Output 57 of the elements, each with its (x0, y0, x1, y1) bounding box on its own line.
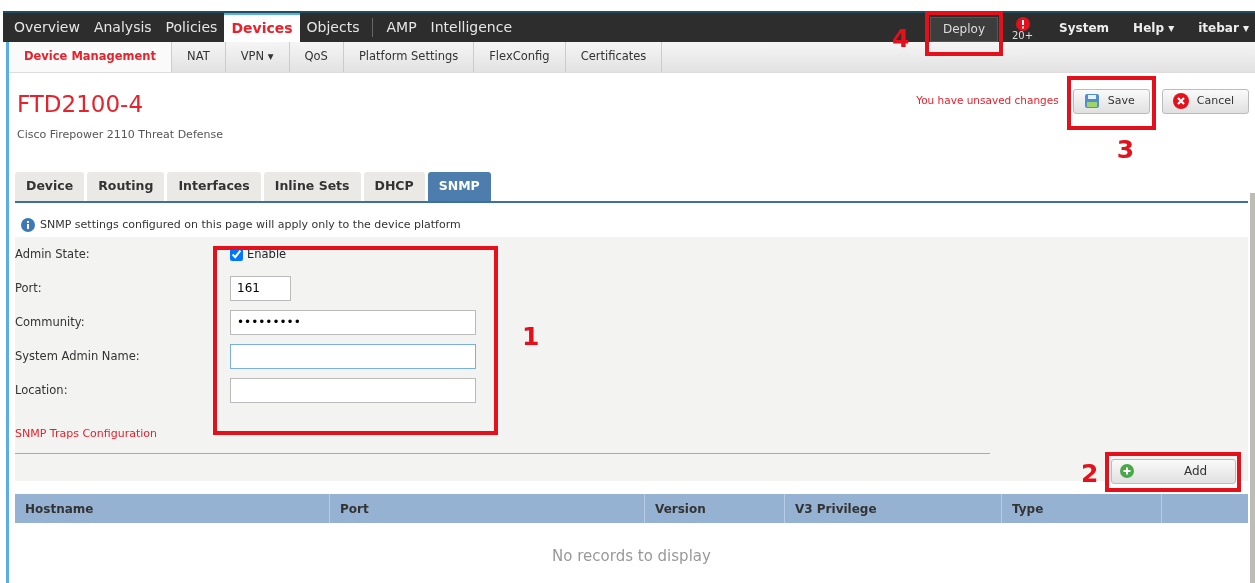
subnav-tab[interactable]: NAT (172, 42, 226, 72)
device-subtitle: Cisco Firepower 2110 Threat Defense (17, 126, 223, 143)
nav-tab[interactable]: Overview (7, 13, 87, 42)
save-button[interactable]: Save (1072, 89, 1150, 114)
deploy-button[interactable]: Deploy (929, 16, 998, 42)
annotation-number: 3 (1116, 137, 1135, 162)
nav-tab[interactable]: Analysis (86, 13, 159, 42)
nav-tab[interactable]: Policies (158, 13, 225, 42)
enable-checkbox[interactable] (230, 247, 243, 261)
field-label: System Admin Name: (15, 347, 141, 365)
column-header: V3 Privilege (785, 493, 1002, 523)
annotation-number: 1 (522, 324, 540, 349)
subnav-tab[interactable]: QoS (289, 42, 344, 72)
column-header: Version (645, 493, 785, 523)
column-header: Port (330, 493, 645, 523)
device-tab[interactable]: Interfaces (167, 172, 261, 201)
device-tab[interactable]: Inline Sets (263, 172, 361, 201)
subnav-tab[interactable]: VPN ▾ (225, 42, 290, 72)
menu-link[interactable]: itebar ▾ (1186, 13, 1255, 42)
subnav-tab[interactable]: Platform Settings (343, 42, 475, 72)
nav-tab[interactable]: AMP (379, 13, 424, 42)
nav-tab[interactable]: Objects (299, 13, 367, 42)
input-field[interactable]: 161 (230, 275, 291, 301)
add-button[interactable]: Add (1111, 458, 1236, 484)
info-message: SNMP settings configured on this page will apply only to the device platform (40, 216, 461, 233)
cancel-button[interactable]: Cancel (1161, 89, 1249, 114)
field-label: Port: (15, 279, 43, 297)
input-field[interactable]: ••••••••• (230, 309, 476, 335)
device-tab[interactable]: SNMP (427, 172, 491, 201)
device-tab[interactable]: Routing (87, 172, 165, 201)
info-icon (21, 218, 35, 233)
field-label: Location: (15, 381, 69, 399)
device-title: FTD2100-4 (17, 91, 145, 119)
field-label: Admin State: (15, 245, 91, 263)
add-icon (1120, 464, 1134, 479)
traps-link[interactable]: SNMP Traps Configuration (15, 426, 1248, 443)
input-field[interactable] (230, 377, 476, 403)
menu-link[interactable]: Help ▾ (1121, 13, 1187, 42)
subnav-tab[interactable]: FlexConfig (474, 42, 566, 72)
alert-count: 20+ (1012, 31, 1034, 41)
annotation-number: 2 (1081, 460, 1099, 486)
subnav-tab[interactable]: Device Management (9, 42, 173, 72)
device-tab[interactable]: DHCP (363, 172, 425, 201)
nav-tab[interactable]: Intelligence (423, 13, 520, 42)
close-icon (1172, 93, 1189, 110)
scrollbar[interactable] (1250, 193, 1255, 583)
alert-icon[interactable] (1015, 17, 1030, 31)
column-header: Hostname (15, 493, 330, 523)
unsaved-message: You have unsaved changes (916, 93, 1059, 109)
menu-link[interactable]: System (1047, 13, 1122, 42)
input-field[interactable] (230, 343, 476, 369)
column-header: Type (1002, 493, 1162, 523)
subnav-tab[interactable]: Certificates (565, 42, 663, 72)
field-label: Community: (15, 313, 86, 331)
device-tab[interactable]: Device (15, 172, 85, 201)
empty-message: No records to display (551, 545, 712, 567)
nav-tab[interactable]: Devices (224, 13, 300, 42)
